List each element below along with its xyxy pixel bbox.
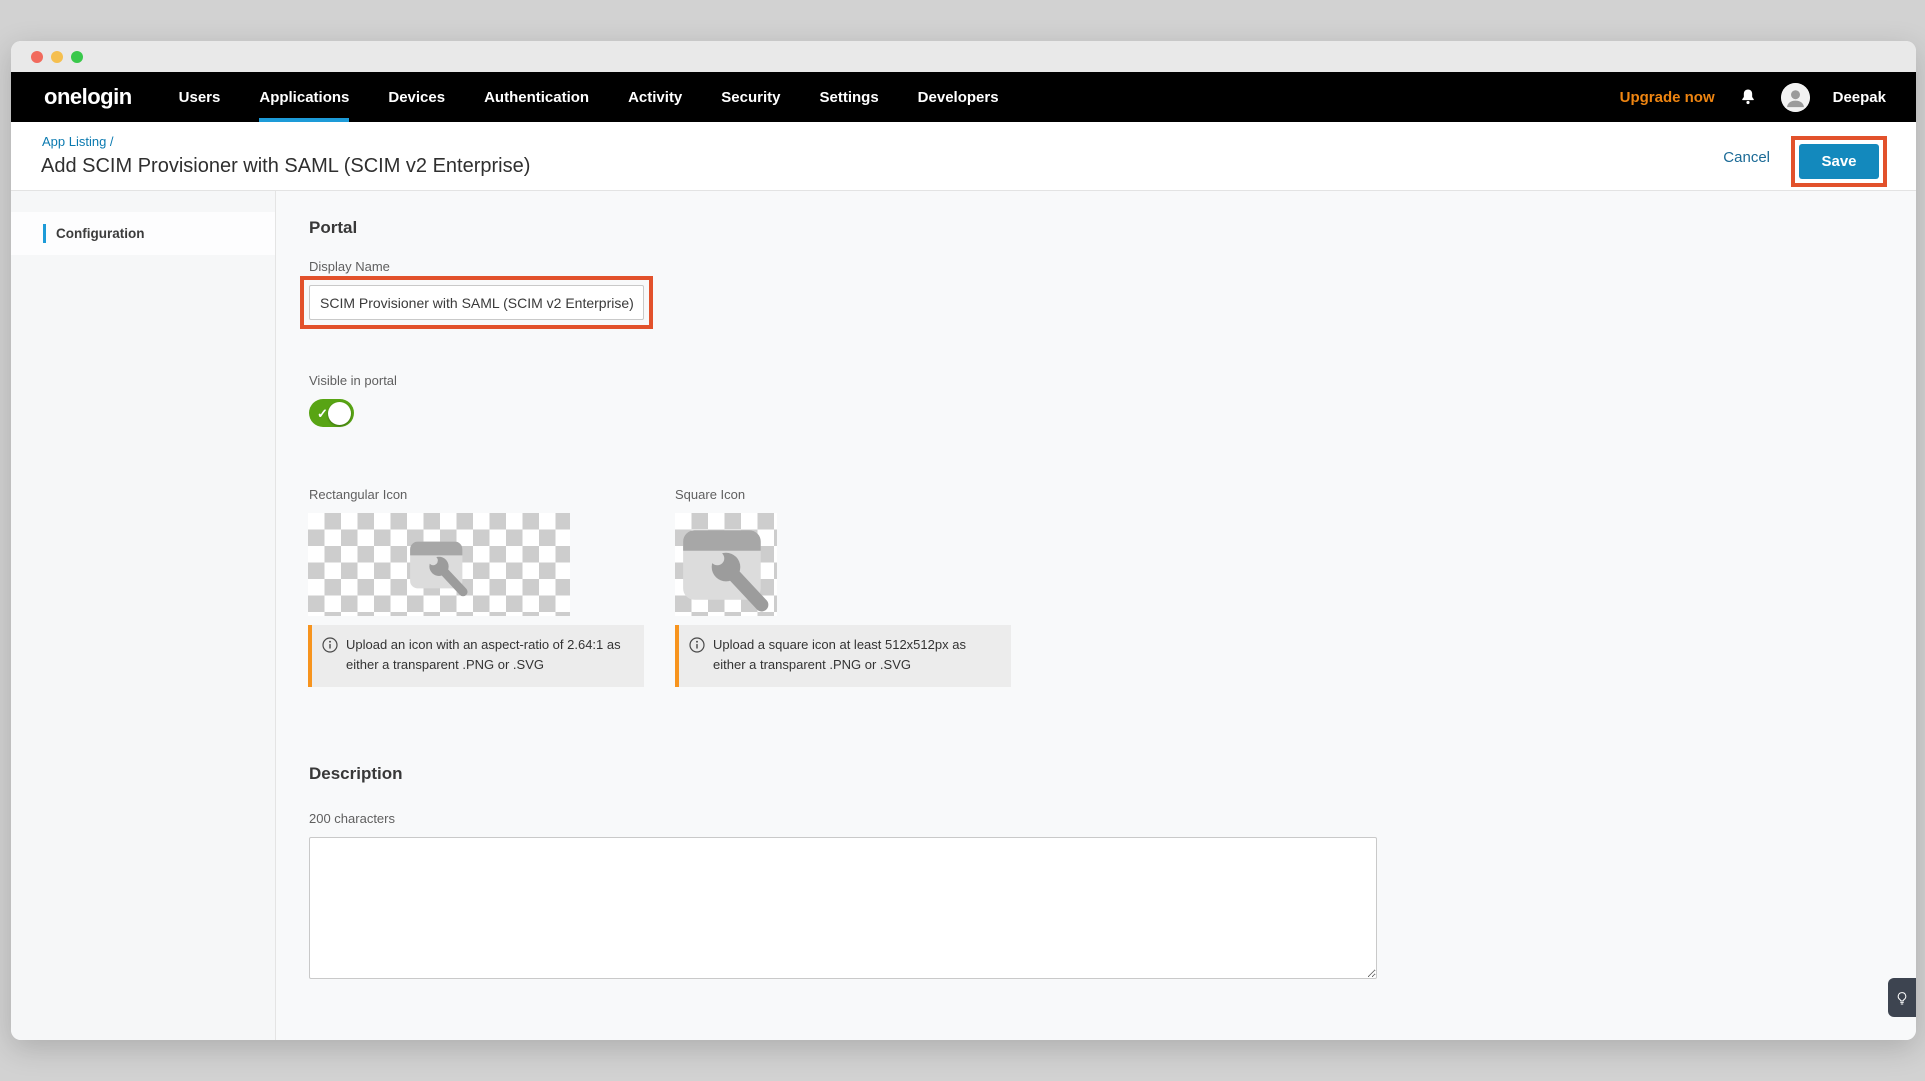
- help-lightbulb-button[interactable]: [1888, 978, 1916, 1017]
- breadcrumb[interactable]: App Listing /: [42, 134, 114, 149]
- display-name-annotation-box: [300, 276, 653, 329]
- description-textarea[interactable]: [309, 837, 1377, 979]
- save-annotation-box: Save: [1791, 136, 1887, 187]
- square-icon-label: Square Icon: [675, 487, 745, 502]
- rectangular-icon-label: Rectangular Icon: [309, 487, 407, 502]
- page-header: App Listing / Add SCIM Provisioner with …: [11, 122, 1916, 191]
- main-menu: Users Applications Devices Authenticatio…: [179, 72, 999, 122]
- nav-item-settings[interactable]: Settings: [819, 72, 878, 122]
- onelogin-logo[interactable]: onelogin: [44, 84, 132, 110]
- app-window-wrench-icon: [677, 516, 775, 614]
- display-name-label: Display Name: [309, 259, 390, 274]
- user-avatar[interactable]: [1781, 83, 1810, 112]
- page-title: Add SCIM Provisioner with SAML (SCIM v2 …: [41, 155, 530, 178]
- check-icon: ✓: [317, 407, 328, 420]
- nav-item-users[interactable]: Users: [179, 72, 221, 122]
- nav-item-developers[interactable]: Developers: [918, 72, 999, 122]
- cancel-button[interactable]: Cancel: [1723, 149, 1770, 166]
- minimize-window-button[interactable]: [51, 51, 63, 63]
- app-window-wrench-icon: [406, 532, 472, 598]
- sidebar-item-configuration[interactable]: Configuration: [11, 212, 275, 255]
- browser-window: onelogin Users Applications Devices Auth…: [11, 41, 1916, 1040]
- rectangular-icon-upload[interactable]: [308, 513, 570, 616]
- display-name-input[interactable]: [309, 285, 644, 320]
- square-icon-hint: Upload a square icon at least 512x512px …: [675, 625, 1011, 687]
- visible-in-portal-toggle[interactable]: ✓: [309, 399, 354, 427]
- square-icon-upload[interactable]: [675, 513, 777, 616]
- notifications-bell-icon[interactable]: [1738, 87, 1758, 107]
- description-section-heading: Description: [309, 764, 403, 784]
- person-icon: [1781, 83, 1810, 112]
- main-content: Portal Display Name Visible in portal ✓ …: [277, 191, 1916, 1040]
- top-navigation: onelogin Users Applications Devices Auth…: [11, 72, 1916, 122]
- upgrade-now-link[interactable]: Upgrade now: [1620, 89, 1715, 106]
- rectangular-icon-hint: Upload an icon with an aspect-ratio of 2…: [308, 625, 644, 687]
- zoom-window-button[interactable]: [71, 51, 83, 63]
- portal-section-heading: Portal: [309, 218, 357, 238]
- close-window-button[interactable]: [31, 51, 43, 63]
- save-button[interactable]: Save: [1799, 144, 1879, 179]
- visible-in-portal-label: Visible in portal: [309, 373, 397, 388]
- sidebar: Configuration: [11, 191, 276, 1040]
- nav-item-devices[interactable]: Devices: [388, 72, 445, 122]
- nav-item-activity[interactable]: Activity: [628, 72, 682, 122]
- nav-item-security[interactable]: Security: [721, 72, 780, 122]
- window-titlebar: [11, 41, 1916, 72]
- nav-item-applications[interactable]: Applications: [259, 72, 349, 122]
- toggle-knob: [328, 402, 351, 425]
- info-icon: [322, 637, 338, 653]
- character-counter: 200 characters: [309, 811, 395, 826]
- nav-item-authentication[interactable]: Authentication: [484, 72, 589, 122]
- info-icon: [689, 637, 705, 653]
- active-indicator-bar: [43, 224, 46, 243]
- username-label[interactable]: Deepak: [1833, 89, 1886, 106]
- lightbulb-icon: [1894, 990, 1910, 1006]
